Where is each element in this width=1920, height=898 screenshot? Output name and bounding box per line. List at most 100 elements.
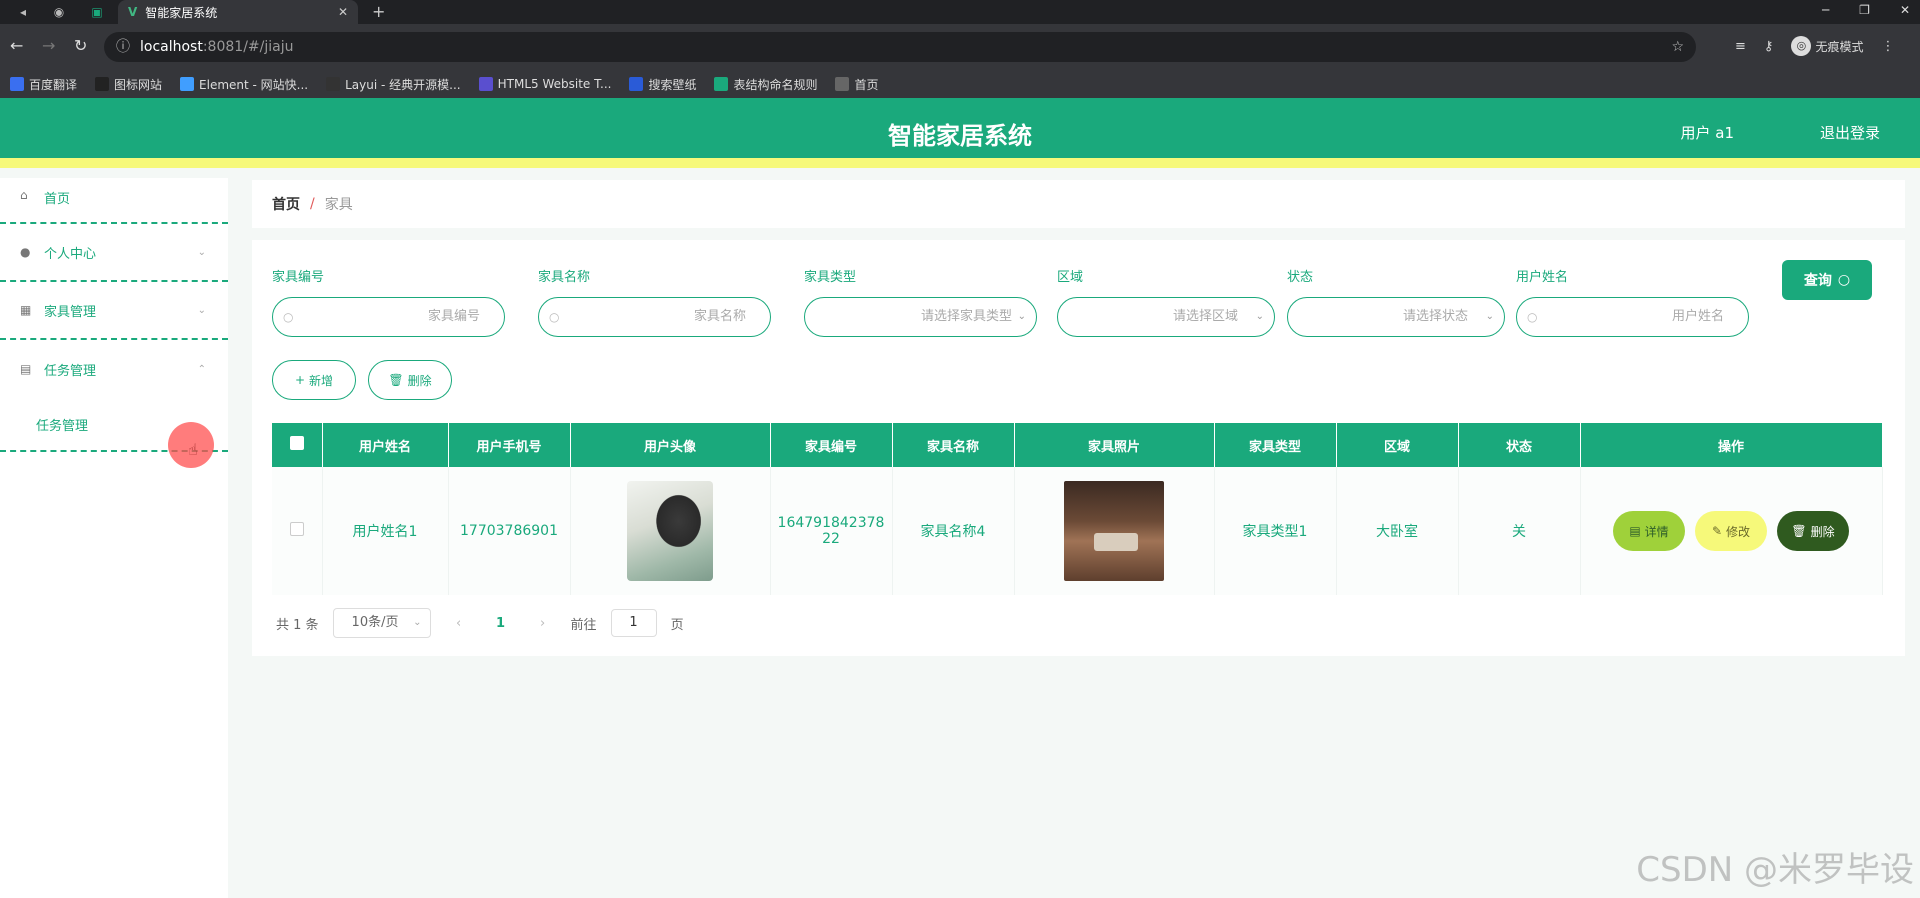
- logout-link[interactable]: 退出登录: [1820, 122, 1880, 143]
- back-icon[interactable]: ←: [10, 36, 23, 55]
- bookmark-label: 搜索壁纸: [648, 77, 697, 92]
- add-button[interactable]: + 新增: [272, 360, 356, 400]
- reload-icon[interactable]: ↻: [74, 36, 87, 55]
- area-cell: 大卧室: [1336, 467, 1459, 595]
- menu-icon[interactable]: ⋮: [1881, 39, 1894, 54]
- minimize-icon[interactable]: ─: [1822, 0, 1829, 20]
- status-select[interactable]: 请选择状态 ⌄: [1287, 297, 1505, 337]
- bookmark-item[interactable]: 表结构命名规则: [714, 76, 817, 93]
- page-size-select[interactable]: 10条/页 ⌄: [332, 608, 431, 638]
- bookmark-favicon-icon: [835, 77, 850, 91]
- incognito-icon: ◎: [1791, 36, 1812, 56]
- watermark: CSDN @米罗毕设: [1636, 850, 1914, 890]
- address-bar[interactable]: ⓘ localhost:8081/#/jiaju ☆: [104, 32, 1696, 62]
- reading-list-icon[interactable]: ≡: [1735, 39, 1746, 54]
- column-header: 家具名称: [892, 423, 1015, 467]
- field-label: 家具名称: [538, 270, 591, 285]
- sidebar-item-tasks[interactable]: ▤ 任务管理 ⌃: [0, 340, 228, 398]
- window-close-icon[interactable]: ✕: [1900, 0, 1910, 20]
- app-header: 智能家居系统 用户 a1 退出登录: [0, 98, 1920, 168]
- user-icon: ●: [20, 245, 31, 259]
- field-label: 家具类型: [804, 270, 857, 285]
- next-page-icon[interactable]: ›: [529, 616, 557, 631]
- chevron-down-icon: ⌄: [1017, 311, 1026, 322]
- user-avatar-image: [627, 481, 713, 581]
- page-number[interactable]: 1: [487, 616, 515, 631]
- select-all-header[interactable]: [272, 423, 323, 467]
- delete-button[interactable]: 🗑 删除: [1777, 511, 1849, 551]
- bookmark-label: 图标网站: [114, 77, 163, 92]
- bookmark-item[interactable]: Layui - 经典开源模...: [326, 76, 461, 93]
- furniture-type-cell: 家具类型1: [1214, 467, 1337, 595]
- url-host: localhost: [140, 39, 203, 55]
- total-count: 共 1 条: [276, 617, 319, 633]
- chevron-down-icon: ⌄: [197, 246, 206, 258]
- tab-close-icon[interactable]: ✕: [338, 5, 348, 19]
- goto-page-input[interactable]: 1: [610, 609, 657, 637]
- bookmark-star-icon[interactable]: ☆: [1671, 32, 1684, 62]
- detail-button[interactable]: ▤ 详情: [1613, 511, 1685, 551]
- input-placeholder: 家具名称: [693, 309, 746, 324]
- bookmark-item[interactable]: HTML5 Website T...: [478, 77, 611, 91]
- pinned-tab-icon[interactable]: ▣: [88, 4, 106, 20]
- bookmark-item[interactable]: 首页: [835, 76, 879, 93]
- username-input[interactable]: ○ 用户姓名: [1516, 297, 1749, 337]
- column-header: 用户头像: [570, 423, 771, 467]
- sidebar-item-personal[interactable]: ● 个人中心 ⌄: [0, 224, 228, 282]
- table-header-row: 用户姓名 用户手机号 用户头像 家具编号 家具名称 家具照片 家具类型 区域 状…: [272, 423, 1883, 467]
- bookmark-item[interactable]: Element - 网站快...: [180, 76, 308, 93]
- field-label: 家具编号: [272, 270, 325, 285]
- search-field-type: 家具类型 请选择家具类型 ⌄: [804, 266, 1037, 337]
- vue-logo-icon: V: [128, 5, 138, 19]
- detail-label: 详情: [1644, 524, 1669, 539]
- bookmark-item[interactable]: 图标网站: [95, 76, 162, 93]
- column-header: 家具类型: [1214, 423, 1337, 467]
- breadcrumb: 首页 / 家具: [252, 180, 1905, 228]
- bookmark-item[interactable]: 百度翻译: [10, 76, 77, 93]
- mute-icon[interactable]: ◂: [14, 4, 32, 20]
- area-select[interactable]: 请选择区域 ⌄: [1057, 297, 1275, 337]
- search-icon: ○: [549, 310, 560, 324]
- bookmark-label: Element - 网站快...: [199, 77, 309, 92]
- sidebar-item-label: 首页: [44, 192, 71, 207]
- username-cell: 用户姓名1: [322, 467, 449, 595]
- chevron-up-icon: ⌃: [197, 363, 206, 375]
- chevron-down-icon: ⌄: [197, 304, 206, 316]
- info-icon[interactable]: ⓘ: [116, 32, 130, 62]
- sidebar: ⌂ 首页 ● 个人中心 ⌄ ▦ 家具管理 ⌄ ▤ 任务管理 ⌃ 任务管理: [0, 178, 228, 898]
- home-icon: ⌂: [20, 188, 28, 202]
- restore-icon[interactable]: ❐: [1859, 0, 1870, 20]
- breadcrumb-current: 家具: [324, 197, 353, 213]
- sidebar-item-label: 个人中心: [44, 246, 97, 262]
- search-icon: ○: [1527, 310, 1538, 324]
- incognito-indicator[interactable]: ◎ 无痕模式: [1791, 36, 1863, 56]
- row-checkbox[interactable]: [289, 522, 304, 536]
- batch-delete-button[interactable]: 🗑 删除: [368, 360, 452, 400]
- column-header: 家具照片: [1014, 423, 1215, 467]
- breadcrumb-home[interactable]: 首页: [272, 194, 300, 214]
- furniture-photo-cell: [1014, 467, 1215, 595]
- select-placeholder: 请选择区域: [1172, 309, 1238, 324]
- plus-icon: +: [294, 373, 306, 387]
- furniture-table: 用户姓名 用户手机号 用户头像 家具编号 家具名称 家具照片 家具类型 区域 状…: [272, 423, 1883, 595]
- prev-page-icon[interactable]: ‹: [445, 616, 473, 631]
- globe-tab-icon[interactable]: ◉: [50, 4, 68, 20]
- furniture-number-input[interactable]: ○ 家具编号: [272, 297, 505, 337]
- query-button[interactable]: 查询 ○: [1782, 260, 1872, 300]
- bookmark-item[interactable]: 搜索壁纸: [629, 76, 696, 93]
- edit-button[interactable]: ✎ 修改: [1695, 511, 1767, 551]
- app-title: 智能家居系统: [888, 122, 1032, 150]
- chevron-down-icon: ⌄: [1485, 311, 1494, 322]
- search-field-username: 用户姓名 ○ 用户姓名: [1516, 266, 1749, 337]
- furniture-type-select[interactable]: 请选择家具类型 ⌄: [804, 297, 1037, 337]
- select-all-checkbox[interactable]: [289, 436, 304, 450]
- new-tab-icon[interactable]: +: [372, 2, 385, 21]
- furniture-name-input[interactable]: ○ 家具名称: [538, 297, 771, 337]
- active-tab[interactable]: V 智能家居系统 ✕: [118, 0, 358, 24]
- sidebar-item-furniture[interactable]: ▦ 家具管理 ⌄: [0, 282, 228, 340]
- column-header: 操作: [1580, 423, 1883, 467]
- sidebar-item-home[interactable]: ⌂ 首页: [0, 178, 228, 224]
- forward-icon[interactable]: →: [42, 36, 55, 55]
- chart-icon: ▤: [20, 362, 32, 376]
- key-icon[interactable]: ⚷: [1764, 39, 1774, 54]
